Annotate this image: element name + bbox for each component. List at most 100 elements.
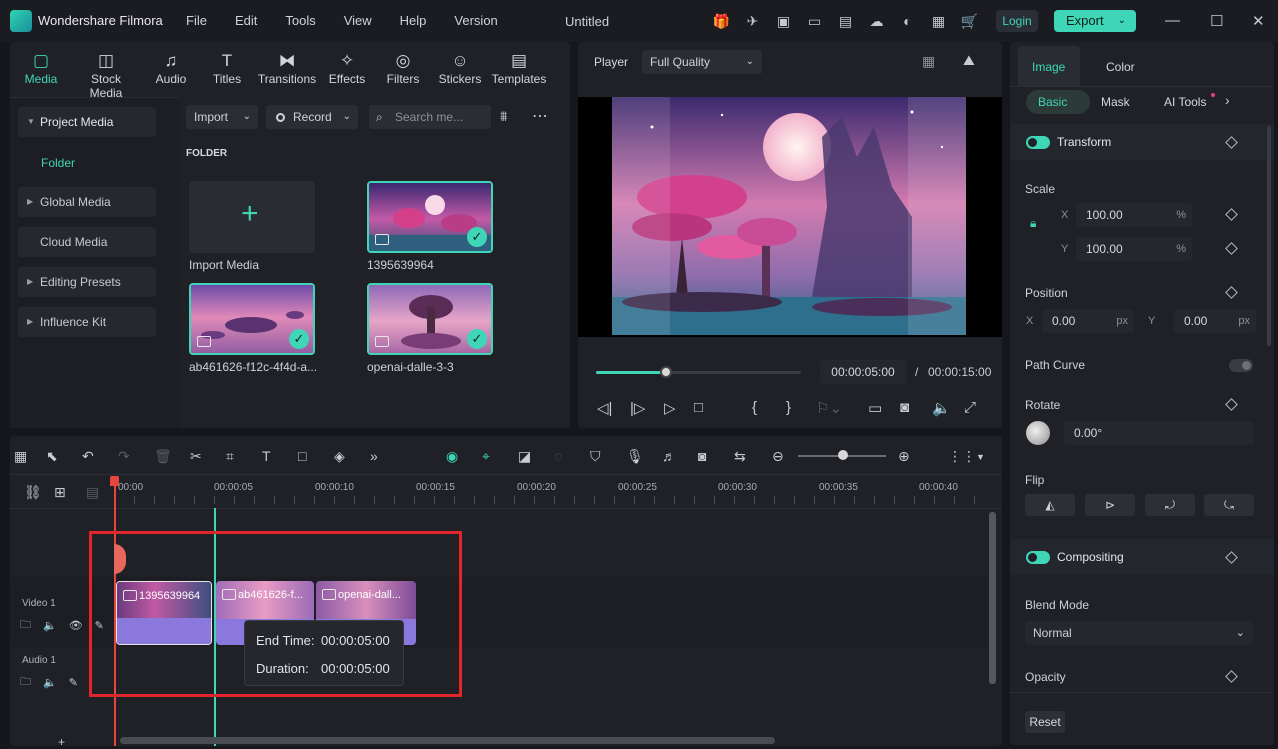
rotate-right-button[interactable]: ⤾ — [1145, 494, 1195, 516]
microphone-icon[interactable]: 🎙︎ — [626, 448, 644, 465]
sidebar-item-global-media[interactable]: ▶ Global Media — [18, 187, 156, 217]
playback-progress-track[interactable] — [596, 366, 801, 378]
tab-titles[interactable]: T Titles — [197, 50, 257, 86]
maximize-icon[interactable]: ☐ — [1210, 12, 1223, 30]
replace-icon[interactable]: ⇆ — [734, 448, 746, 465]
chevron-right-icon[interactable]: › — [1225, 92, 1230, 108]
keyframe-diamond-icon[interactable] — [1225, 670, 1238, 683]
tab-media[interactable]: ▢ Media — [11, 50, 71, 86]
minimize-icon[interactable]: — — [1165, 12, 1180, 29]
filter-icon[interactable]: ⩩ — [500, 108, 507, 125]
tab-stickers[interactable]: ☺ Stickers — [430, 50, 490, 86]
snapshot-icon[interactable]: ◙ — [900, 399, 909, 416]
shield-icon[interactable]: ⛉ — [590, 448, 601, 465]
play-icon[interactable]: ▷ — [664, 399, 676, 417]
timeline-horizontal-scrollbar[interactable] — [120, 737, 775, 744]
play-reverse-icon[interactable]: |▷ — [630, 399, 645, 417]
previous-frame-icon[interactable]: ◁| — [597, 399, 612, 417]
split-scissors-icon[interactable]: ✂ — [190, 448, 202, 465]
properties-scrollbar[interactable] — [1267, 126, 1271, 346]
menu-file[interactable]: File — [186, 13, 207, 28]
text-icon[interactable]: T — [262, 448, 271, 464]
color-icon[interactable]: ◈ — [334, 448, 345, 465]
zoom-slider[interactable] — [798, 450, 886, 460]
tab-filters[interactable]: ◎ Filters — [373, 50, 433, 86]
tab-transitions[interactable]: ⧓ Transitions — [257, 50, 317, 86]
menu-edit[interactable]: Edit — [235, 13, 257, 28]
send-icon[interactable]: ✈ — [743, 12, 762, 30]
auto-highlight-icon[interactable]: ◪ — [518, 448, 531, 465]
keyframe-diamond-icon[interactable] — [1225, 286, 1238, 299]
current-time-field[interactable]: 00:00:05:00 — [820, 360, 906, 384]
folder-icon[interactable]: 🗀 — [20, 616, 31, 635]
quality-dropdown[interactable]: Full Quality ⌄ — [642, 50, 762, 74]
more-tools-icon[interactable]: » — [370, 448, 378, 464]
lock-icon[interactable]: 🔒︎ — [1030, 216, 1036, 231]
render-icon[interactable]: ◌ — [554, 448, 562, 464]
media-item[interactable]: ✓ — [367, 181, 493, 253]
mark-out-icon[interactable]: } — [786, 399, 791, 416]
playhead-handle[interactable] — [110, 476, 119, 486]
track-manager-icon[interactable]: ▤ — [86, 484, 99, 501]
sidebar-item-editing-presets[interactable]: ▶ Editing Presets — [18, 267, 156, 297]
search-input[interactable]: ⌕ Search me... — [369, 105, 491, 129]
apps-grid-icon[interactable]: ▦ — [929, 12, 948, 30]
crop-icon[interactable]: ⌗ — [226, 448, 234, 465]
subtab-ai-tools[interactable]: AI Tools — [1164, 95, 1206, 109]
transform-toggle[interactable] — [1026, 136, 1050, 149]
scale-y-input[interactable]: 100.00% — [1076, 237, 1192, 261]
scale-x-input[interactable]: 100.00% — [1076, 203, 1192, 227]
ai-mate-icon[interactable]: ◉ — [446, 448, 458, 465]
import-media-tile[interactable]: + — [189, 181, 315, 253]
tab-stock-media[interactable]: ◫ Stock Media — [76, 50, 136, 100]
sidebar-item-project-media[interactable]: ▼ Project Media — [18, 107, 156, 137]
undo-icon[interactable]: ↶ — [82, 448, 94, 465]
cart-icon[interactable]: 🛒 — [960, 12, 979, 30]
tab-color[interactable]: Color — [1106, 60, 1135, 74]
snap-icon[interactable]: ⌖ — [482, 448, 490, 465]
image-icon[interactable]: ⛰ — [963, 52, 975, 69]
tab-templates[interactable]: ▤ Templates — [489, 50, 549, 86]
import-dropdown[interactable]: Import ⌄ — [186, 105, 258, 129]
marker-icon[interactable]: ⚐⌄ — [816, 399, 842, 417]
media-icon[interactable]: ▣ — [774, 12, 793, 30]
headset-icon[interactable]: ◐ — [898, 12, 917, 30]
track-layout-icon[interactable]: ⋮⋮ — [948, 448, 976, 465]
rotate-dial[interactable] — [1026, 421, 1050, 445]
sidebar-item-influence-kit[interactable]: ▶ Influence Kit — [18, 307, 156, 337]
screen-icon[interactable]: ▭ — [805, 12, 824, 30]
blend-mode-dropdown[interactable]: Normal ⌄ — [1025, 621, 1253, 645]
link-icon[interactable]: ⛓ — [24, 484, 42, 501]
record-dropdown[interactable]: Record ⌄ — [266, 105, 358, 129]
keyframe-diamond-icon[interactable] — [1225, 136, 1238, 149]
tab-image[interactable]: Image — [1018, 46, 1080, 86]
flip-horizontal-button[interactable]: ◭ — [1025, 494, 1075, 516]
flip-vertical-button[interactable]: ⊳ — [1085, 494, 1135, 516]
zoom-in-icon[interactable]: ⊕ — [898, 448, 910, 465]
sidebar-item-folder[interactable]: Folder — [41, 156, 75, 170]
lock-icon[interactable]: ✎ — [69, 676, 78, 689]
preview-screen[interactable] — [578, 97, 1002, 337]
keyframe-diamond-icon[interactable] — [1225, 551, 1238, 564]
layout-grid-icon[interactable]: ▦ — [14, 448, 27, 465]
grid-layout-icon[interactable]: ▦ — [922, 53, 935, 70]
folder-icon[interactable]: 🗀 — [20, 673, 31, 692]
menu-tools[interactable]: Tools — [285, 13, 315, 28]
keyframe-diamond-icon[interactable] — [1225, 398, 1238, 411]
shape-icon[interactable]: □ — [298, 448, 306, 464]
sidebar-item-cloud-media[interactable]: Cloud Media — [18, 227, 156, 257]
display-icon[interactable]: ▭ — [868, 399, 882, 417]
gift-icon[interactable]: 🎁 — [712, 12, 731, 30]
tab-audio[interactable]: ♫ Audio — [141, 50, 201, 86]
delete-icon[interactable]: 🗑︎ — [154, 448, 172, 465]
fullscreen-icon[interactable]: ⤢ — [964, 399, 976, 416]
eye-icon[interactable]: 👁︎ — [69, 619, 83, 632]
add-track-icon[interactable]: ⊞ — [54, 484, 66, 501]
zoom-out-icon[interactable]: ⊖ — [772, 448, 784, 465]
save-icon[interactable]: ▤ — [836, 12, 855, 30]
stop-icon[interactable]: □ — [694, 399, 703, 416]
export-button[interactable]: Export ⌄ — [1054, 10, 1136, 32]
close-icon[interactable]: ✕ — [1252, 12, 1265, 30]
timeline-vertical-scrollbar[interactable] — [989, 512, 996, 684]
rotate-input[interactable]: 0.00° — [1064, 421, 1254, 445]
